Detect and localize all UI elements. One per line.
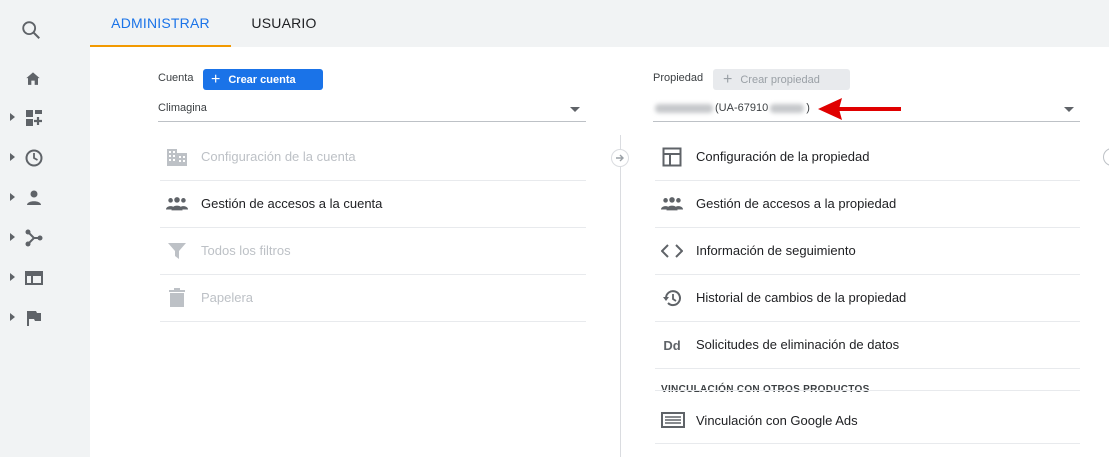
clock-icon bbox=[25, 149, 43, 167]
flag-icon bbox=[27, 311, 41, 326]
rail-item-conversions[interactable] bbox=[0, 298, 64, 338]
rail-item-audience[interactable] bbox=[0, 178, 64, 218]
filter-icon bbox=[166, 241, 188, 261]
caret-right-icon bbox=[10, 273, 15, 281]
create-account-button[interactable]: + Crear cuenta bbox=[203, 69, 323, 90]
menu-item-label: Historial de cambios de la propiedad bbox=[696, 290, 907, 305]
ads-icon bbox=[661, 412, 685, 428]
divider bbox=[655, 390, 1080, 391]
annotation-arrow-icon bbox=[818, 98, 901, 120]
caret-right-icon bbox=[10, 113, 15, 121]
layout-icon bbox=[661, 147, 683, 167]
code-icon bbox=[661, 241, 683, 261]
caret-right-icon bbox=[10, 193, 15, 201]
menu-item-all-filters[interactable]: Todos los filtros bbox=[160, 228, 586, 275]
menu-item-label: Vinculación con Google Ads bbox=[696, 413, 858, 428]
account-menu: Configuración de la cuenta Gestión de ac… bbox=[160, 134, 586, 322]
menu-item-tracking-info[interactable]: Información de seguimiento bbox=[655, 228, 1080, 275]
plus-icon: + bbox=[723, 70, 733, 88]
menu-item-label: Información de seguimiento bbox=[696, 243, 856, 258]
search-icon[interactable] bbox=[20, 19, 42, 41]
property-select-value: (UA-67910) bbox=[653, 102, 810, 114]
building-icon bbox=[166, 147, 188, 167]
branch-icon bbox=[25, 229, 43, 247]
admin-panel: Cuenta + Crear cuenta Climagina Propieda… bbox=[90, 47, 1109, 457]
rail-item-customization[interactable] bbox=[0, 98, 64, 138]
menu-item-label: Configuración de la propiedad bbox=[696, 149, 870, 164]
menu-item-property-settings[interactable]: Configuración de la propiedad bbox=[655, 134, 1080, 181]
dashboard-icon bbox=[26, 110, 42, 126]
menu-item-label: Gestión de accesos a la propiedad bbox=[696, 196, 897, 211]
column-divider bbox=[620, 135, 621, 457]
rail-item-acquisition[interactable] bbox=[0, 218, 64, 258]
dd-icon: Dd bbox=[663, 337, 681, 353]
caret-right-icon bbox=[10, 233, 15, 241]
menu-item-trash[interactable]: Papelera bbox=[160, 275, 586, 322]
dropdown-arrow-icon bbox=[570, 107, 580, 112]
menu-item-data-deletion[interactable]: Dd Solicitudes de eliminación de datos bbox=[655, 322, 1080, 369]
people-icon bbox=[166, 194, 188, 214]
account-select[interactable]: Climagina bbox=[158, 96, 586, 122]
caret-right-icon bbox=[10, 313, 15, 321]
tab-administrar[interactable]: ADMINISTRAR bbox=[90, 0, 231, 47]
dropdown-arrow-icon bbox=[1064, 107, 1074, 112]
redacted-text bbox=[770, 103, 805, 113]
property-column-label: Propiedad bbox=[653, 72, 704, 84]
partial-circle-icon bbox=[1103, 148, 1109, 166]
menu-item-account-settings[interactable]: Configuración de la cuenta bbox=[160, 134, 586, 181]
trash-icon bbox=[166, 288, 188, 308]
rail-item-behavior[interactable] bbox=[0, 258, 64, 298]
property-id-visible: (UA-67910 bbox=[715, 102, 769, 114]
menu-item-label: Todos los filtros bbox=[201, 243, 291, 258]
menu-item-label: Gestión de accesos a la cuenta bbox=[201, 196, 383, 211]
menu-item-change-history[interactable]: Historial de cambios de la propiedad bbox=[655, 275, 1080, 322]
menu-item-google-ads-linking[interactable]: Vinculación con Google Ads bbox=[655, 397, 1080, 444]
create-account-label: Crear cuenta bbox=[228, 73, 296, 86]
create-property-label: Crear propiedad bbox=[740, 73, 820, 86]
caret-right-icon bbox=[10, 153, 15, 161]
people-icon bbox=[661, 194, 683, 214]
menu-item-label: Solicitudes de eliminación de datos bbox=[696, 337, 900, 352]
menu-item-label: Papelera bbox=[201, 290, 254, 305]
property-menu: Configuración de la propiedad Gestión de… bbox=[655, 134, 1080, 369]
browser-icon bbox=[25, 271, 43, 285]
menu-item-property-access[interactable]: Gestión de accesos a la propiedad bbox=[655, 181, 1080, 228]
person-icon bbox=[27, 190, 41, 205]
menu-item-label: Configuración de la cuenta bbox=[201, 149, 356, 164]
menu-item-account-access[interactable]: Gestión de accesos a la cuenta bbox=[160, 181, 586, 228]
top-tab-bar: ADMINISTRAR USUARIO bbox=[90, 0, 1109, 47]
history-icon bbox=[661, 288, 683, 308]
arrow-right-circle-icon bbox=[611, 149, 629, 167]
create-property-button[interactable]: + Crear propiedad bbox=[713, 69, 850, 90]
rail-item-realtime[interactable] bbox=[0, 138, 64, 178]
redacted-text bbox=[655, 103, 713, 113]
tab-usuario[interactable]: USUARIO bbox=[231, 0, 337, 47]
left-rail bbox=[0, 0, 64, 457]
plus-icon: + bbox=[211, 70, 221, 88]
account-column-label: Cuenta bbox=[158, 72, 194, 84]
home-icon[interactable] bbox=[23, 69, 43, 89]
account-select-value: Climagina bbox=[158, 102, 207, 114]
